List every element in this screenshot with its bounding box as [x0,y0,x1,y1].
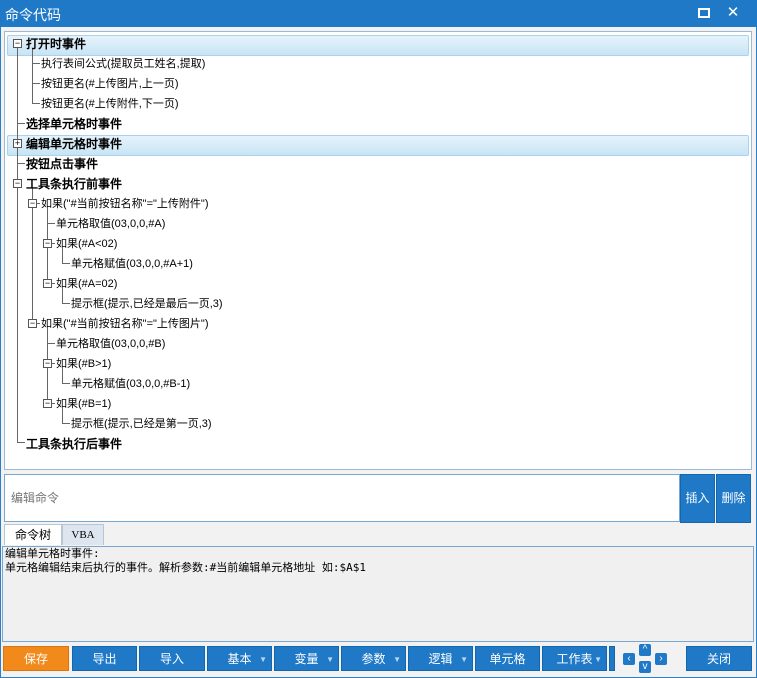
tree-node-toolbar-after-event[interactable]: 工具条执行后事件 [26,434,122,454]
tree-node[interactable]: 单元格赋值(03,0,0,#A+1) [71,254,193,274]
logic-label: 逻辑 [428,652,453,666]
tab-command-tree[interactable]: 命令树 [4,524,62,545]
restore-icon[interactable] [693,3,715,23]
close-button[interactable]: 关闭 [686,646,752,671]
tree-node-edit-cell-event[interactable]: 编辑单元格时事件 [26,134,122,154]
command-input-box [4,474,680,522]
export-button[interactable]: 导出 [72,646,137,671]
close-icon[interactable]: ✕ [722,3,744,23]
arrow-navigation: ‹ ^ v › [622,644,668,674]
tree-node[interactable]: 提示框(提示,已经是最后一页,3) [71,294,223,314]
dropdown-arrow-icon: ▼ [460,655,468,664]
dropdown-arrow-icon: ▼ [393,655,401,664]
sheet-menu-button[interactable]: 工作表 ▼ [542,646,607,671]
tree-highlight [7,35,749,56]
delete-button[interactable]: 删除 [716,474,751,523]
tree-node[interactable]: 如果("#当前按钮名称"="上传附件") [41,194,209,214]
tree-node-open-event[interactable]: 打开时事件 [26,34,86,54]
import-button[interactable]: 导入 [139,646,205,671]
arrow-left-icon[interactable]: ‹ [623,653,635,665]
window-title: 命令代码 [5,7,61,23]
tree-node-toolbar-before-event[interactable]: 工具条执行前事件 [26,174,122,194]
tab-vba[interactable]: VBA [62,524,104,545]
tree-node[interactable]: 如果("#当前按钮名称"="上传图片") [41,314,209,334]
param-menu-button[interactable]: 参数 ▼ [341,646,406,671]
dropdown-arrow-icon: ▼ [326,655,334,664]
basic-menu-button[interactable]: 基本 ▼ [207,646,272,671]
description-text: 单元格编辑结束后执行的事件。解析参数:#当前编辑单元格地址 如:$A$1 [5,561,366,574]
tree-node-select-cell-event[interactable]: 选择单元格时事件 [26,114,122,134]
tree-node[interactable]: 单元格赋值(03,0,0,#B-1) [71,374,190,394]
description-panel: 编辑单元格时事件: 单元格编辑结束后执行的事件。解析参数:#当前编辑单元格地址 … [2,546,754,642]
param-label: 参数 [361,652,386,666]
sheet-label: 工作表 [556,652,593,666]
tree-node[interactable]: 单元格取值(03,0,0,#B) [56,334,165,354]
title-bar: 命令代码 ✕ [0,0,757,27]
tree-node[interactable]: 按钮更名(#上传附件,下一页) [41,94,179,114]
insert-button[interactable]: 插入 [680,474,715,523]
variable-label: 变量 [294,652,319,666]
command-input[interactable] [9,477,673,519]
tree-node[interactable]: 提示框(提示,已经是第一页,3) [71,414,212,434]
arrow-down-icon[interactable]: v [639,661,651,673]
variable-menu-button[interactable]: 变量 ▼ [274,646,339,671]
tree-node[interactable]: 按钮更名(#上传图片,上一页) [41,74,179,94]
dropdown-arrow-icon: ▼ [594,655,602,664]
dropdown-arrow-icon: ▼ [259,655,267,664]
tree-node[interactable]: 执行表间公式(提取员工姓名,提取) [41,54,205,74]
description-title: 编辑单元格时事件: [5,547,100,560]
tree-node[interactable]: 如果(#A=02) [56,274,117,294]
tree-node[interactable]: 如果(#A<02) [56,234,117,254]
arrow-up-icon[interactable]: ^ [639,644,651,656]
basic-label: 基本 [227,652,252,666]
command-tree[interactable]: − + − − − − − − − 打开时事件 执行表间公式(提取员工姓名,提取… [4,31,752,470]
cell-button[interactable]: 单元格 [475,646,540,671]
tree-node-button-click-event[interactable]: 按钮点击事件 [26,154,98,174]
arrow-right-icon[interactable]: › [655,653,667,665]
overflow-button[interactable] [609,646,615,671]
save-button[interactable]: 保存 [3,646,69,671]
logic-menu-button[interactable]: 逻辑 ▼ [408,646,473,671]
tree-node[interactable]: 单元格取值(03,0,0,#A) [56,214,165,234]
tree-node[interactable]: 如果(#B=1) [56,394,111,414]
tree-node[interactable]: 如果(#B>1) [56,354,111,374]
